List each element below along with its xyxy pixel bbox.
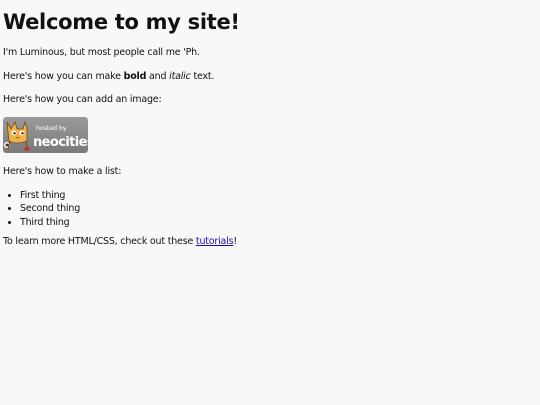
- formatting-example: Here's how you can make bold and italic …: [3, 71, 537, 82]
- tutorials-link[interactable]: tutorials: [196, 236, 234, 247]
- learn-more-prefix: To learn more HTML/CSS, check out these: [3, 235, 196, 247]
- learn-more-suffix: !: [233, 235, 237, 247]
- example-list: First thing Second thing Third thing: [3, 190, 537, 228]
- formatting-prefix: Here's how you can make: [3, 70, 124, 82]
- badge-hosted-by-text: hosted by: [36, 124, 67, 132]
- formatting-suffix: text.: [190, 70, 215, 82]
- page-body: Welcome to my site! I'm Luminous, but mo…: [0, 0, 540, 405]
- badge-neocities-text: neocities: [33, 135, 88, 150]
- page-title: Welcome to my site!: [3, 10, 240, 34]
- italic-text: italic: [169, 70, 191, 82]
- list-item: First thing: [20, 190, 537, 201]
- intro-text: I'm Luminous, but most people call me 'P…: [3, 47, 200, 59]
- list-item: Second thing: [20, 203, 537, 214]
- list-intro: Here's how to make a list:: [3, 166, 122, 178]
- neocities-badge-image: hosted by neocities: [3, 117, 88, 154]
- learn-more-text: To learn more HTML/CSS, check out these …: [3, 236, 537, 247]
- formatting-middle: and: [146, 70, 170, 82]
- bold-text: bold: [123, 70, 147, 82]
- list-item: Third thing: [20, 217, 537, 228]
- image-intro: Here's how you can add an image:: [3, 93, 162, 105]
